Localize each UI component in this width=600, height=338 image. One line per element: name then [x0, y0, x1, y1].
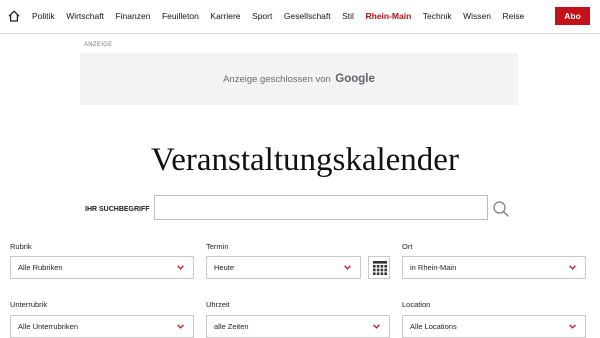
- chevron-down-icon: [569, 265, 576, 270]
- calendar-button[interactable]: [368, 256, 390, 279]
- rubrik-label: Rubrik: [10, 242, 32, 251]
- home-icon[interactable]: [8, 10, 20, 22]
- page-title: Veranstaltungskalender: [151, 142, 459, 178]
- uhrzeit-select[interactable]: alle Zeiten: [206, 315, 390, 338]
- unterrubrik-value: Alle Unterrubriken: [18, 322, 79, 331]
- unterrubrik-label: Unterrubrik: [10, 300, 48, 309]
- uhrzeit-value: alle Zeiten: [214, 322, 249, 331]
- nav-item-sport[interactable]: Sport: [252, 10, 272, 22]
- nav-item-wissen[interactable]: Wissen: [463, 10, 491, 22]
- rubrik-value: Alle Rubriken: [18, 263, 63, 272]
- ad-slot: Anzeige geschlossen von Google: [80, 53, 518, 105]
- chevron-down-icon: [373, 324, 380, 329]
- nav-item-technik[interactable]: Technik: [423, 10, 452, 22]
- chevron-down-icon: [177, 324, 184, 329]
- ad-brand: Google: [335, 73, 375, 85]
- ort-select[interactable]: in Rhein-Main: [402, 256, 586, 279]
- search-label: IHR SUCHBEGRIFF: [85, 206, 150, 213]
- ad-label: ANZEIGE: [84, 42, 113, 48]
- termin-value: Heute: [214, 263, 235, 272]
- nav-item-gesellschaft[interactable]: Gesellschaft: [284, 10, 331, 22]
- nav-item-finanzen[interactable]: Finanzen: [115, 10, 150, 22]
- uhrzeit-label: Uhrzeit: [206, 300, 230, 309]
- abo-button[interactable]: Abo: [555, 7, 590, 25]
- search-icon[interactable]: [492, 200, 510, 218]
- nav-item-rhein-main[interactable]: Rhein-Main: [365, 10, 411, 22]
- nav-item-wirtschaft[interactable]: Wirtschaft: [66, 10, 104, 22]
- chevron-down-icon: [177, 265, 184, 270]
- location-label: Location: [402, 300, 431, 309]
- ort-value: in Rhein-Main: [410, 263, 457, 272]
- termin-select[interactable]: Heute: [206, 256, 361, 279]
- chevron-down-icon: [344, 265, 351, 270]
- ad-closed-text: Anzeige geschlossen von: [223, 74, 331, 85]
- ort-label: Ort: [402, 242, 413, 251]
- unterrubrik-select[interactable]: Alle Unterrubriken: [10, 315, 194, 338]
- location-value: Alle Locations: [410, 322, 457, 331]
- rubrik-select[interactable]: Alle Rubriken: [10, 256, 194, 279]
- location-select[interactable]: Alle Locations: [402, 315, 586, 338]
- nav-item-reise[interactable]: Reise: [502, 10, 524, 22]
- search-input[interactable]: [154, 195, 488, 220]
- nav-item-politik[interactable]: Politik: [32, 10, 55, 22]
- calendar-icon: [373, 261, 387, 275]
- nav-item-karriere[interactable]: Karriere: [210, 10, 240, 22]
- ad-closed-notice: Anzeige geschlossen von Google: [80, 71, 518, 87]
- nav-item-feuilleton[interactable]: Feuilleton: [162, 10, 199, 22]
- top-navigation: Politik Wirtschaft Finanzen Feuilleton K…: [0, 0, 600, 34]
- termin-label: Termin: [206, 242, 229, 251]
- chevron-down-icon: [569, 324, 576, 329]
- nav-item-stil[interactable]: Stil: [342, 10, 354, 22]
- section-menu: Politik Wirtschaft Finanzen Feuilleton K…: [32, 10, 524, 22]
